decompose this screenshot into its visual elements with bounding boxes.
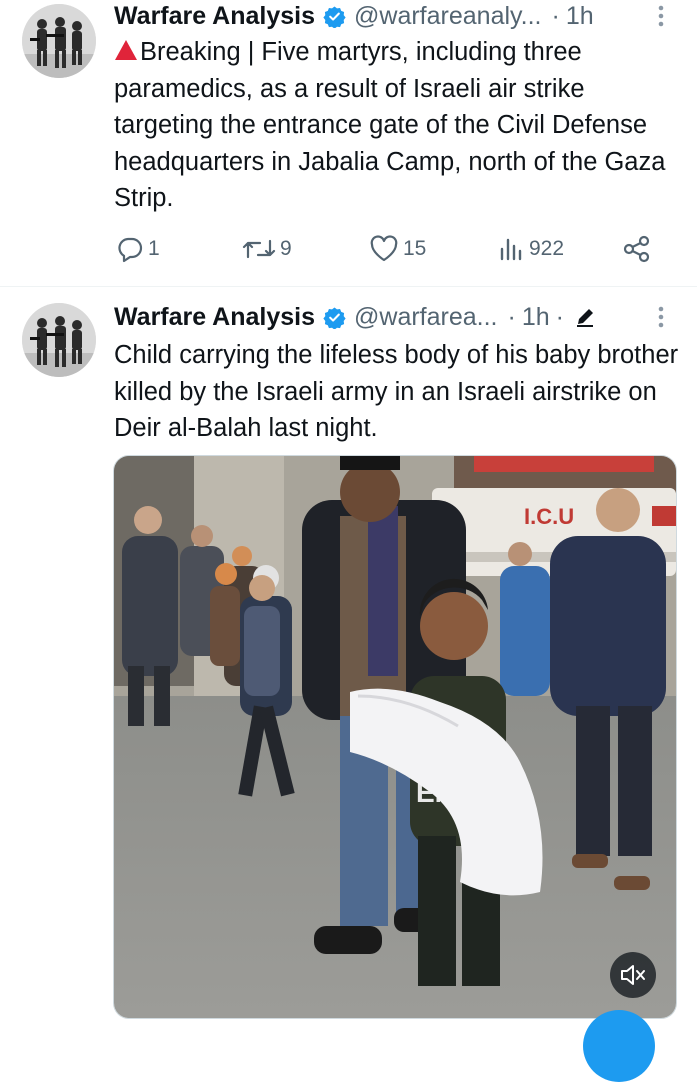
repost-count: 9 — [280, 237, 292, 260]
repost-button[interactable]: 9 — [242, 233, 292, 265]
more-options-icon[interactable] — [647, 2, 675, 30]
author-handle[interactable]: @warfarea... — [354, 303, 497, 332]
speaker-muted-icon — [621, 965, 645, 985]
tweet-body: Breaking | Five martyrs, including three… — [114, 38, 666, 212]
separator: · — [551, 1, 560, 30]
tweet-header: Warfare Analysis @warfarea... · 1h · — [114, 301, 675, 333]
tweet-1[interactable]: Warfare Analysis @warfareanaly... · 1h B… — [0, 0, 697, 287]
tweet-actions: 1 9 15 922 — [114, 233, 659, 265]
avatar-image — [22, 303, 96, 377]
video-frame: I.C.U — [114, 456, 676, 1018]
ambulance-text: I.C.U — [524, 504, 574, 529]
reply-count: 1 — [148, 237, 160, 260]
tweet-header: Warfare Analysis @warfareanaly... · 1h — [114, 0, 675, 32]
edited-pencil-icon[interactable] — [574, 306, 596, 328]
views-icon — [500, 238, 522, 261]
timestamp[interactable]: 1h — [522, 303, 550, 332]
separator: · — [507, 302, 516, 331]
author-name[interactable]: Warfare Analysis — [114, 2, 315, 31]
share-button[interactable] — [622, 233, 652, 265]
share-icon — [623, 235, 650, 263]
author-name[interactable]: Warfare Analysis — [114, 303, 315, 332]
red-triangle-icon — [114, 35, 138, 60]
more-options-icon[interactable] — [647, 303, 675, 331]
avatar[interactable] — [22, 4, 96, 78]
heart-icon — [370, 235, 398, 262]
tweet-text: Breaking | Five martyrs, including three… — [114, 34, 684, 217]
avatar[interactable] — [22, 303, 96, 377]
like-count: 15 — [403, 237, 427, 260]
tweet-text: Child carrying the lifeless body of his … — [114, 341, 679, 442]
tweet-2[interactable]: Warfare Analysis @warfarea... · 1h · Chi… — [0, 287, 697, 1023]
repost-icon — [242, 239, 276, 259]
video-player[interactable]: I.C.U — [113, 455, 677, 1019]
avatar-image — [22, 4, 96, 78]
verified-badge-icon — [323, 306, 346, 329]
like-button[interactable]: 15 — [369, 233, 426, 265]
verified-badge-icon — [323, 5, 346, 28]
reply-button[interactable]: 1 — [116, 233, 160, 265]
compose-post-button[interactable] — [583, 1010, 655, 1082]
author-handle[interactable]: @warfareanaly... — [354, 2, 542, 31]
mute-toggle-button[interactable] — [610, 952, 656, 998]
views-button[interactable]: 922 — [497, 233, 564, 265]
timestamp[interactable]: 1h — [566, 2, 594, 31]
reply-icon — [118, 237, 143, 263]
separator: · — [555, 302, 564, 331]
views-count: 922 — [529, 237, 565, 260]
